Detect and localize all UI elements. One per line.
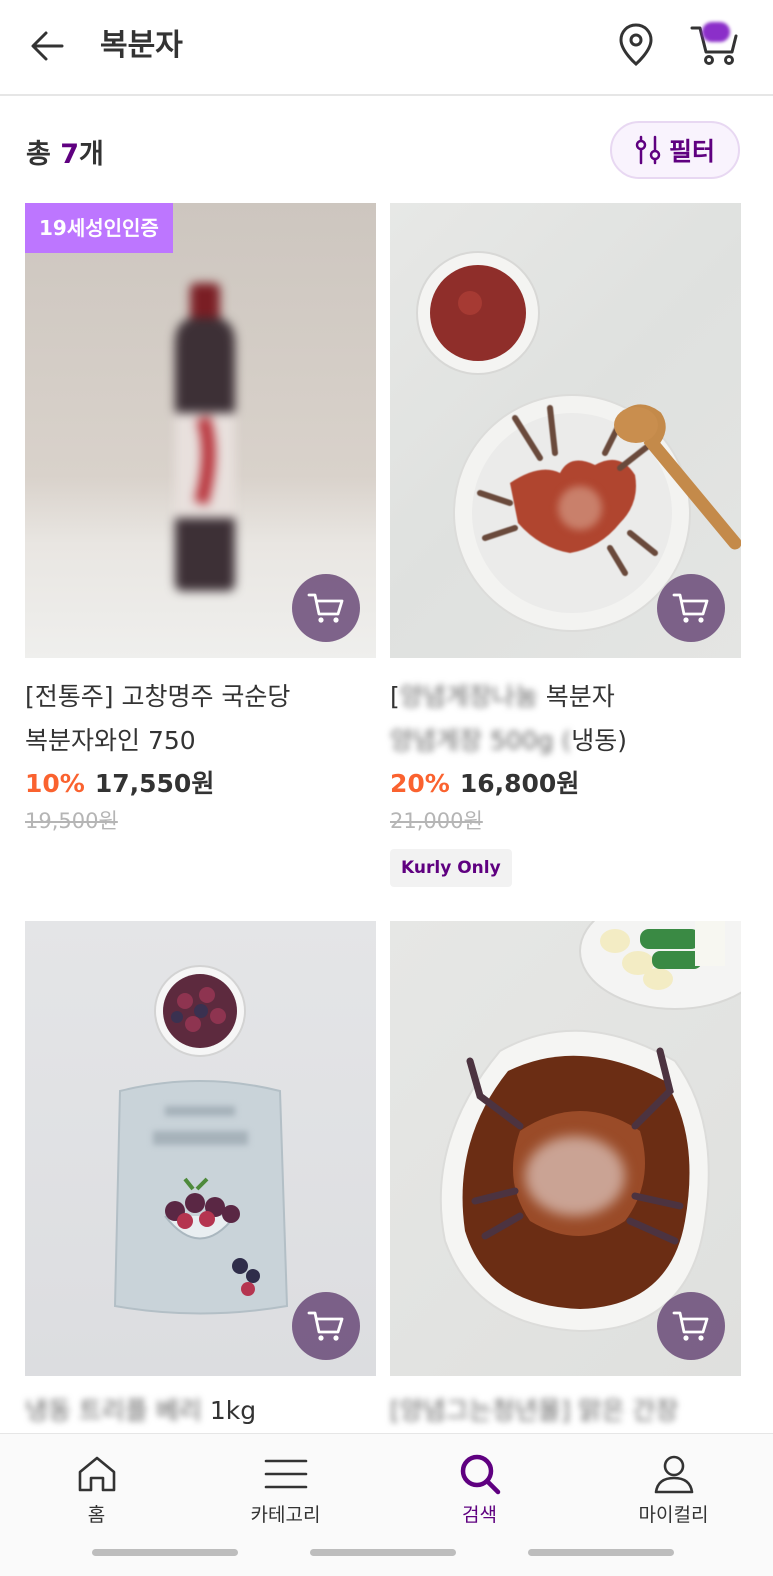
filter-button[interactable]: 필터 (610, 121, 740, 179)
bracket-text: [ (390, 682, 400, 711)
discount-rate: 20% (390, 769, 450, 798)
back-arrow-icon[interactable] (26, 24, 70, 68)
product-card[interactable]: 19세성인인증 [전통주] 고창명주 국순당 복분자와인 750 10% 17,5… (25, 203, 376, 903)
nav-label: 카테고리 (250, 1504, 321, 1526)
sale-price: 17,550원 (94, 769, 215, 798)
cart-count-badge (702, 22, 730, 42)
nav-label: 마이컬리 (638, 1504, 709, 1526)
add-to-cart-button[interactable] (292, 1292, 360, 1360)
product-name-visible: 냉동) (571, 726, 627, 755)
result-count: 총 7개 (26, 132, 104, 171)
add-to-cart-button[interactable] (657, 574, 725, 642)
blurred-text: 양념게장나눔 (399, 682, 538, 711)
product-image-seasoned-crab[interactable] (390, 203, 741, 658)
page-title: 복분자 (100, 28, 183, 63)
product-name-visible: 1kg (209, 1396, 257, 1425)
original-price: 21,000원 (390, 809, 483, 833)
product-name[interactable]: [양념게장나눔 복분자 양념게장 500g (냉동) (390, 675, 741, 763)
top-app-bar: 복분자 (0, 0, 773, 96)
add-to-cart-button[interactable] (292, 574, 360, 642)
blurred-text: 양념게장 500g ( (390, 726, 572, 755)
product-card[interactable]: [양념그는청년몰] 맑은 간장 (390, 921, 741, 1433)
kurly-only-tag: Kurly Only (390, 849, 512, 887)
cart-icon (307, 593, 344, 623)
cart-icon (672, 593, 709, 623)
gesture-bar (92, 1549, 238, 1556)
add-to-cart-button[interactable] (657, 1292, 725, 1360)
nav-category[interactable]: 카테고리 (189, 1434, 382, 1544)
adult-verification-badge: 19세성인인증 (25, 203, 173, 253)
gesture-bar (310, 1549, 456, 1556)
count-prefix: 총 (26, 139, 61, 170)
product-image-wine[interactable]: 19세성인인증 (25, 203, 376, 658)
product-name-line1: [양념게장나눔 복분자 (390, 675, 741, 719)
product-name-visible: 복분자 (545, 682, 615, 711)
person-icon (654, 1455, 693, 1494)
product-image-berries[interactable] (25, 921, 376, 1376)
nav-mykurly[interactable]: 마이컬리 (577, 1434, 770, 1544)
menu-icon (264, 1459, 307, 1489)
product-card[interactable]: 냉동 트리플 베리 1kg (25, 921, 376, 1433)
product-name-line2: 복분자와인 750 (25, 726, 196, 755)
product-image-soy-crab[interactable] (390, 921, 741, 1376)
product-name[interactable]: 냉동 트리플 베리 1kg (25, 1389, 376, 1433)
nav-search[interactable]: 검색 (383, 1434, 576, 1544)
discount-rate: 10% (25, 769, 85, 798)
product-name-line1: [전통주] 고창명주 국순당 (25, 682, 291, 711)
original-price: 19,500원 (25, 809, 118, 833)
header-cart-button[interactable] (688, 18, 742, 70)
blurred-text: [양념그는청년몰] 맑은 간장 (390, 1396, 679, 1425)
price-row: 10% 17,550원 (25, 764, 214, 800)
product-card[interactable]: [양념게장나눔 복분자 양념게장 500g (냉동) 20% 16,800원 21… (390, 203, 741, 903)
nav-label: 홈 (87, 1504, 106, 1526)
product-name[interactable]: [전통주] 고창명주 국순당 복분자와인 750 (25, 675, 376, 763)
product-name-line2: 양념게장 500g (냉동) (390, 719, 741, 763)
filter-sliders-icon (635, 135, 661, 165)
search-icon (460, 1454, 500, 1495)
gesture-bar (528, 1549, 674, 1556)
location-pin-icon[interactable] (614, 20, 658, 70)
sale-price: 16,800원 (459, 769, 580, 798)
product-name[interactable]: [양념그는청년몰] 맑은 간장 (390, 1389, 741, 1433)
cart-icon (307, 1311, 344, 1341)
price-row: 20% 16,800원 (390, 764, 579, 800)
filter-label: 필터 (668, 137, 715, 166)
count-value: 7 (60, 139, 80, 170)
nav-home[interactable]: 홈 (0, 1434, 193, 1544)
nav-label: 검색 (462, 1504, 497, 1526)
home-icon (78, 1456, 115, 1492)
count-suffix: 개 (79, 139, 104, 170)
cart-icon (672, 1311, 709, 1341)
blurred-text: 냉동 트리플 베리 (25, 1396, 210, 1425)
